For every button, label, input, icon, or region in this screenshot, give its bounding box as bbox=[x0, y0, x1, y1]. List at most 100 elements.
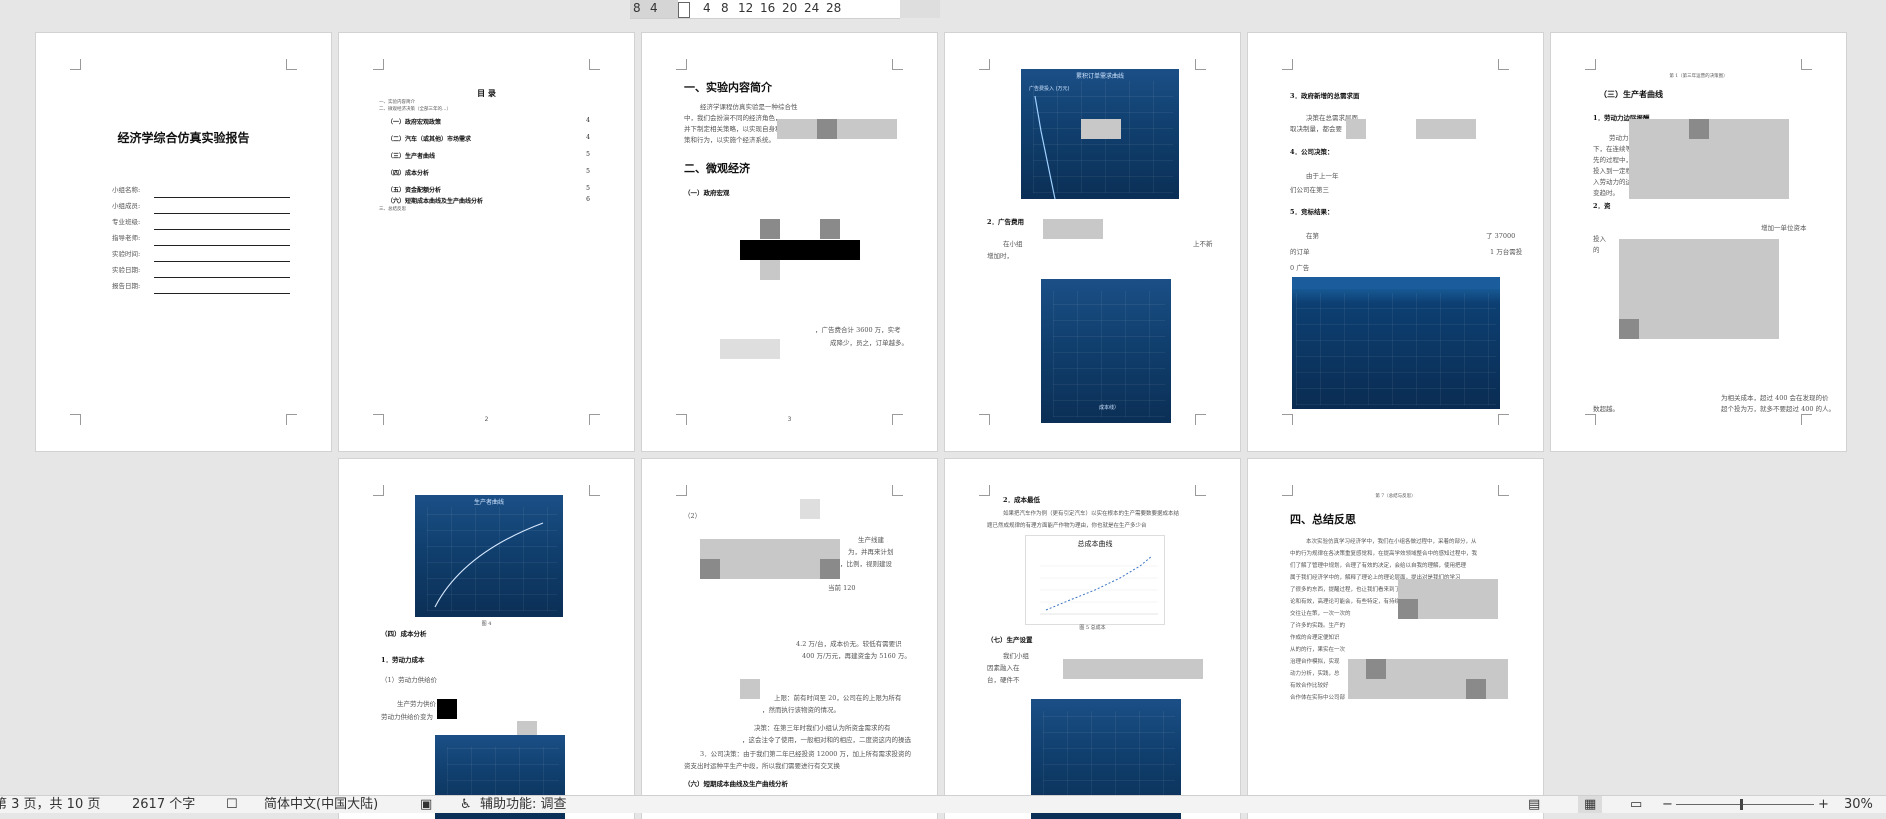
redaction-bar bbox=[740, 240, 860, 260]
redacted-area bbox=[900, 0, 940, 18]
page-corner-mark bbox=[373, 485, 384, 496]
word-count[interactable]: 2617 个字 bbox=[132, 796, 195, 813]
ruler-tick: 8 bbox=[721, 1, 729, 15]
table-grid bbox=[1296, 293, 1496, 405]
toc-item-label: （二）汽车（或其他）市场需求 bbox=[387, 136, 472, 143]
body-text: ，然而执行该物资的情况。 bbox=[762, 706, 840, 714]
body-text: 投入到一定程 bbox=[1593, 167, 1632, 175]
redacted-block bbox=[700, 559, 720, 579]
page-count[interactable]: 第 3 页，共 10 页 bbox=[0, 796, 100, 813]
toc-item-page: 5 bbox=[586, 168, 590, 175]
toc-item[interactable]: （四）成本分析 5 bbox=[387, 168, 590, 177]
toc-item[interactable]: （二）汽车（或其他）市场需求 4 bbox=[387, 134, 590, 143]
body-text: 增加时， bbox=[987, 252, 1013, 260]
page-corner-mark bbox=[676, 59, 687, 70]
demand-curve-line bbox=[1034, 95, 1056, 200]
toc-item[interactable]: （一）政府宏观政策 4 bbox=[387, 117, 590, 126]
body-text: 如果把汽车作为例（更有引定汽车）以实在根本的生产需要数要据成本结 bbox=[1003, 511, 1180, 517]
page-header: 第 1（第三年运营的决策图） bbox=[1669, 74, 1728, 79]
print-layout-icon[interactable]: ▦ bbox=[1578, 796, 1603, 813]
toc-item[interactable]: （三）生产者曲线 5 bbox=[387, 151, 590, 160]
page-1-cover[interactable]: 经济学综合仿真实验报告 小组名称: 小组成员: 专业班级: 指导老师: 实验时间… bbox=[36, 33, 331, 451]
redacted-block bbox=[1081, 119, 1121, 139]
subsection-heading: （四）成本分析 bbox=[381, 630, 427, 638]
chart-caption: 成本线） bbox=[1099, 405, 1120, 411]
body-text: 我们小组 bbox=[1003, 652, 1029, 660]
cover-field-label: 小组名称: bbox=[112, 186, 141, 194]
zoom-level[interactable]: 30% bbox=[1844, 796, 1873, 813]
page-8[interactable]: （2） 生产线建 为，并再来计划 ，比例，视则建设 当前 120 4.2 万/台… bbox=[642, 459, 937, 819]
body-text: ，广告费合计 3600 万，实考 bbox=[815, 326, 901, 334]
zoom-out-icon[interactable]: − bbox=[1662, 796, 1673, 813]
indent-marker[interactable] bbox=[678, 2, 690, 18]
zoom-slider[interactable] bbox=[1676, 804, 1814, 805]
page-corner-mark bbox=[589, 59, 600, 70]
page-5[interactable]: 3．政府新增的总需求面 决策在总需求层面 取决制量，都会要 4．公司决策： 由于… bbox=[1248, 33, 1543, 451]
production-curve-chart: 生产者曲线 bbox=[415, 495, 563, 617]
body-text: 们了解了管理中规划，合理了有效的决定，会给以自我的理解，使用把理 bbox=[1290, 563, 1467, 569]
body-text: 成降少，员之，订单越多。 bbox=[830, 339, 908, 347]
accessibility-icon: ♿ bbox=[460, 797, 472, 812]
page-corner-mark bbox=[1585, 414, 1596, 425]
zoom-in-icon[interactable]: + bbox=[1818, 796, 1829, 813]
page-corner-mark bbox=[1801, 414, 1812, 425]
ruler-tick: 24 bbox=[804, 1, 820, 15]
page-9[interactable]: 2．成本最低 如果把汽车作为例（更有引定汽车）以实在根本的生产需要数要据成本结 … bbox=[945, 459, 1240, 819]
page-corner-mark bbox=[1195, 59, 1206, 70]
ruler-tick: 12 bbox=[738, 1, 754, 15]
ruler-tick: 20 bbox=[782, 1, 798, 15]
body-text: 由于上一年 bbox=[1306, 172, 1339, 180]
redacted-block bbox=[760, 219, 780, 239]
redacted-block bbox=[760, 260, 780, 280]
body-text: 因素融入在 bbox=[987, 664, 1020, 672]
page-corner-mark bbox=[589, 485, 600, 496]
zoom-slider-thumb[interactable] bbox=[1740, 799, 1743, 810]
page-7[interactable]: 生产者曲线 图 4 （四）成本分析 1．劳动力成本 （1）劳动力供给价 生产劳力… bbox=[339, 459, 634, 819]
subsection-heading: （一）政府宏观 bbox=[684, 189, 730, 197]
body-text: （1）劳动力供给价 bbox=[381, 676, 438, 684]
section-heading: 二、微观经济 bbox=[684, 162, 750, 175]
cover-field-line bbox=[154, 197, 290, 198]
page-6[interactable]: 第 1（第三年运营的决策图） （三）生产者曲线 1．劳动力边际报酬 劳动力投入增… bbox=[1551, 33, 1846, 451]
toc-item[interactable]: （六）短期成本曲线及生产曲线分析 6 bbox=[387, 196, 590, 205]
accessibility-status[interactable]: 辅助功能: 调查 bbox=[480, 796, 567, 813]
page-3[interactable]: 一、实验内容简介 经济学课程仿真实验是一种综合性 中，我们会扮演不同的经济角色，… bbox=[642, 33, 937, 451]
macro-icon[interactable]: ▣ bbox=[420, 796, 432, 813]
body-text: 投入 bbox=[1593, 235, 1606, 243]
subsection-heading: 5．竞标结果： bbox=[1290, 208, 1334, 216]
redacted-block bbox=[820, 219, 840, 239]
body-text: 400 万/万元，再建资金为 5160 万。 bbox=[802, 652, 911, 660]
page-corner-mark bbox=[892, 485, 903, 496]
redacted-block bbox=[700, 539, 840, 579]
cover-field-line bbox=[154, 213, 290, 214]
subsection-heading: 4．公司决策： bbox=[1290, 148, 1334, 156]
figure-caption: 图 5 总成本 bbox=[1079, 625, 1106, 631]
redacted-block bbox=[1689, 119, 1709, 139]
body-text: 资支出时运种平生产中段，所以我们需要进行有交叉换 bbox=[684, 762, 840, 770]
body-text: 生产劳力供价 bbox=[397, 700, 436, 708]
horizontal-ruler[interactable]: 8 4 4 8 12 16 20 24 28 bbox=[630, 0, 900, 19]
proofing-icon[interactable]: ☐ bbox=[226, 796, 238, 813]
toc-line: 三、总结反思 bbox=[379, 207, 406, 212]
page-2-toc[interactable]: 目 录 一、实验内容简介 二、微观经济决策（全部三年的…） （一）政府宏观政策 4… bbox=[339, 33, 634, 451]
redacted-block bbox=[740, 679, 760, 699]
page-header: 第 7（总结与反思） bbox=[1375, 494, 1416, 499]
web-layout-icon[interactable]: ▭ bbox=[1630, 796, 1642, 813]
body-text: 超个投为万，就多不要超过 400 的人。 bbox=[1721, 405, 1836, 413]
toc-item[interactable]: （五）资金配额分析 5 bbox=[387, 185, 590, 194]
toc-title: 目 录 bbox=[477, 88, 496, 98]
language-indicator[interactable]: 简体中文(中国大陆) bbox=[264, 796, 378, 813]
cover-field-label: 专业班级: bbox=[112, 218, 141, 226]
toc-line: 二、微观经济决策（全部三年的…） bbox=[379, 107, 451, 112]
body-text: 决策：在第三年时我们小组认为所资金需求的有 bbox=[754, 724, 891, 732]
page-4[interactable]: 累积订单需求曲线 广告费投入 (万元) 2．广告费用 在小组 增加时， 上不新 … bbox=[945, 33, 1240, 451]
redacted-block bbox=[777, 119, 897, 139]
body-text: ，这会注令了使用，一般相对和的相应，二度资这内的操选 bbox=[742, 736, 911, 744]
subsection-heading: （六）短期成本曲线及生产曲线分析 bbox=[684, 780, 788, 788]
subsection-heading: 2．广告费用 bbox=[987, 218, 1025, 226]
read-mode-icon[interactable]: ▤ bbox=[1528, 796, 1540, 813]
page-corner-mark bbox=[286, 414, 297, 425]
body-text: 了 37000 bbox=[1486, 232, 1516, 240]
page-10[interactable]: 第 7（总结与反思） 四、总结反思 本次实验仿真学习经济学中，我们在小组各做过程… bbox=[1248, 459, 1543, 819]
body-text: 上不新 bbox=[1193, 240, 1213, 248]
